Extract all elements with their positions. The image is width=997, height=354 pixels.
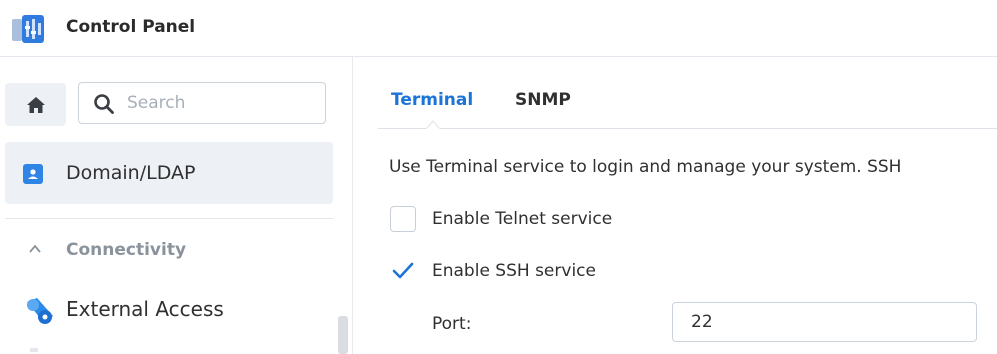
enable-telnet-checkbox[interactable] [390,206,416,232]
control-panel-app-icon [12,15,44,43]
home-icon [26,96,45,113]
enable-telnet-label: Enable Telnet service [432,209,613,229]
port-input[interactable] [672,302,977,342]
sidebar-item-label: Domain/LDAP [66,162,196,184]
home-button[interactable] [5,83,66,126]
port-label: Port: [432,314,472,334]
sidebar-item-label: External Access [66,297,224,321]
sidebar-divider [5,218,333,219]
terminal-description: Use Terminal service to login and manage… [389,157,902,177]
enable-ssh-label: Enable SSH service [432,261,596,281]
active-tab-indicator [426,120,440,129]
main-panel: Terminal SNMP Use Terminal service to lo… [353,57,997,354]
sidebar: Domain/LDAP Connectivity External Access [0,57,353,354]
sidebar-item-domain-ldap[interactable]: Domain/LDAP [5,142,333,204]
title-bar: Control Panel [0,0,997,57]
section-label: Connectivity [66,240,187,260]
chevron-up-icon [29,244,41,253]
enable-ssh-checkbox[interactable] [390,258,416,284]
search-box[interactable] [78,82,326,124]
id-card-icon [23,164,43,184]
app-title: Control Panel [66,17,196,37]
sidebar-partial-item [30,348,38,352]
tab-snmp[interactable]: SNMP [515,88,571,112]
external-access-icon [27,298,53,324]
search-input[interactable] [127,90,317,116]
tab-terminal[interactable]: Terminal [391,88,473,112]
sidebar-item-external-access[interactable]: External Access [5,282,333,338]
tab-bar: Terminal SNMP [378,57,997,129]
search-icon [94,94,114,114]
sidebar-scrollbar[interactable] [338,316,348,354]
checkmark-icon [392,262,414,279]
